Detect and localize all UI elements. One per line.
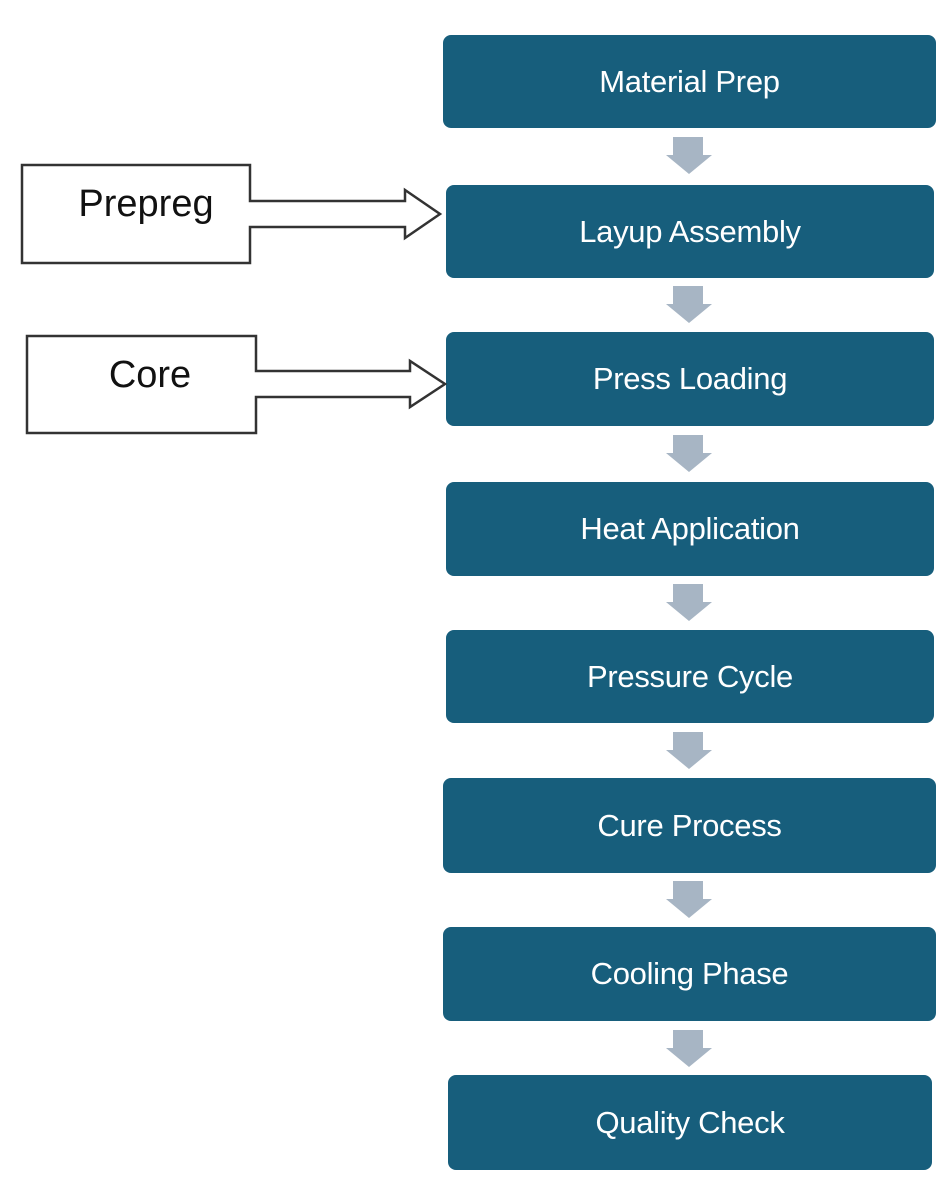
input-core: Core [27, 336, 273, 414]
input-prepreg: Prepreg [22, 165, 270, 243]
input-label: Core [108, 353, 192, 396]
input-label: Prepreg [78, 182, 214, 225]
